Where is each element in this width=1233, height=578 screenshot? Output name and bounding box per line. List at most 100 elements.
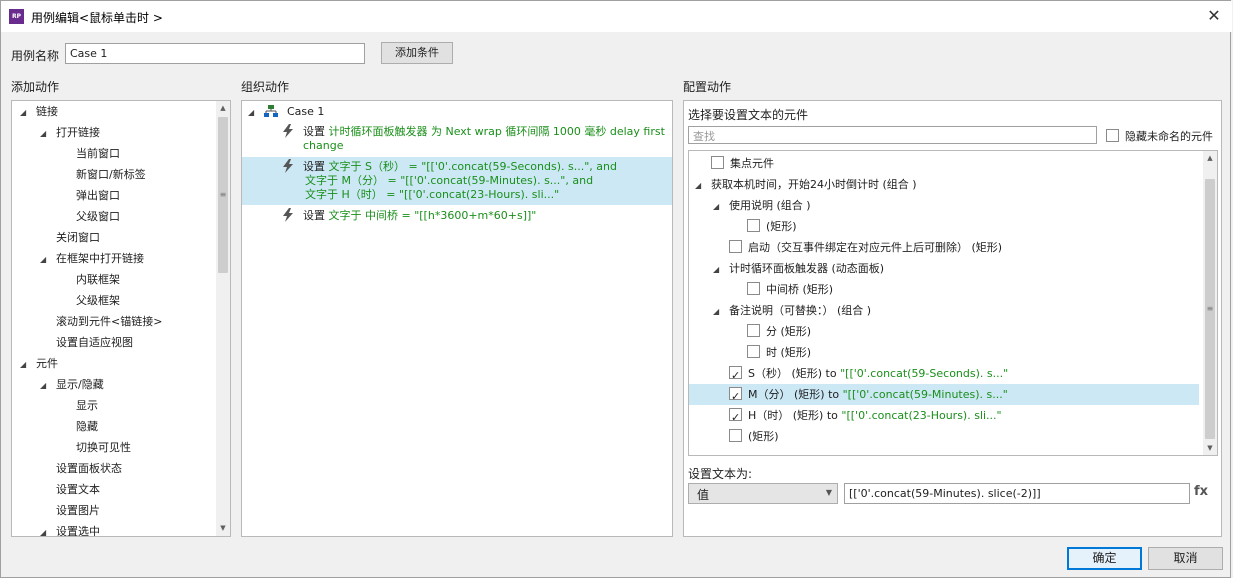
hide-unnamed-checkbox[interactable]: 隐藏未命名的元件: [1106, 128, 1213, 144]
case-node[interactable]: ◢ Case 1: [248, 101, 324, 122]
element-label: 时 (矩形): [766, 346, 812, 359]
add-action-item[interactable]: 设置图片: [40, 500, 100, 521]
element-label: 集点元件: [730, 157, 774, 170]
assignment-keyword: to: [823, 409, 842, 422]
add-action-item[interactable]: 父级框架: [60, 290, 120, 311]
configure-action-heading: 配置动作: [683, 80, 732, 94]
value-type-select[interactable]: 值 ▼: [688, 483, 838, 504]
element-row[interactable]: 分 (矩形): [689, 321, 1199, 342]
add-action-item[interactable]: 显示: [60, 395, 98, 416]
add-action-item[interactable]: ◢ 链接: [20, 101, 58, 122]
element-row[interactable]: M（分） (矩形) to "[['0'.concat(59-Minutes). …: [689, 384, 1199, 407]
add-action-item[interactable]: 当前窗口: [60, 143, 120, 164]
add-action-item[interactable]: ◢ 在框架中打开链接: [40, 248, 144, 269]
element-search-input[interactable]: 查找: [688, 126, 1097, 144]
element-list-scrollbar[interactable]: ▲ ≡ ▼: [1203, 151, 1217, 455]
expand-triangle-icon[interactable]: ◢: [20, 354, 30, 375]
scroll-up-icon[interactable]: ▲: [1203, 151, 1217, 165]
ok-button[interactable]: 确定: [1067, 547, 1142, 570]
element-label: 中间桥 (矩形): [766, 283, 834, 296]
checkbox[interactable]: [747, 324, 760, 337]
element-assignment: to "[['0'.concat(59-Minutes). s...": [825, 388, 1008, 401]
add-action-item-label: 滚动到元件<锚链接>: [56, 315, 163, 328]
case-name-input[interactable]: Case 1: [65, 43, 365, 64]
cancel-button[interactable]: 取消: [1148, 547, 1223, 570]
checked-checkbox[interactable]: [729, 386, 742, 407]
element-row[interactable]: S（秒） (矩形) to "[['0'.concat(59-Seconds). …: [689, 363, 1199, 386]
add-action-item[interactable]: 关闭窗口: [40, 227, 100, 248]
expand-triangle-icon[interactable]: ◢: [40, 123, 50, 144]
element-row[interactable]: H（时） (矩形) to "[['0'.concat(23-Hours). sl…: [689, 405, 1199, 428]
checked-checkbox[interactable]: [729, 407, 742, 428]
add-action-scrollbar[interactable]: ▲ ≡ ▼: [216, 101, 230, 536]
scroll-down-icon[interactable]: ▼: [216, 521, 230, 535]
add-action-item[interactable]: 设置自适应视图: [40, 332, 133, 353]
expand-triangle-icon[interactable]: ◢: [20, 102, 30, 123]
add-action-item[interactable]: 内联框架: [60, 269, 120, 290]
action-line: 设置 文字于 S（秒） = "[['0'.concat(59-Seconds).…: [303, 160, 617, 174]
element-row[interactable]: (矩形): [689, 216, 1199, 237]
close-icon[interactable]: ✕: [1204, 6, 1224, 26]
fx-function-button[interactable]: fx: [1194, 484, 1208, 499]
add-condition-button[interactable]: 添加条件: [381, 42, 453, 64]
scroll-down-icon[interactable]: ▼: [1203, 441, 1217, 455]
element-row[interactable]: ◢ 获取本机时间，开始24小时倒计时 (组合 ): [689, 174, 1199, 195]
checkbox[interactable]: [729, 240, 742, 253]
add-action-item[interactable]: 弹出窗口: [60, 185, 120, 206]
add-action-item[interactable]: 新窗口/新标签: [60, 164, 146, 185]
checkbox[interactable]: [747, 282, 760, 295]
checkbox[interactable]: [711, 156, 724, 169]
add-action-item[interactable]: 切换可见性: [60, 437, 131, 458]
element-row[interactable]: ◢ 使用说明 (组合 ): [689, 195, 1199, 216]
checkbox[interactable]: [747, 345, 760, 358]
add-action-item[interactable]: 设置文本: [40, 479, 100, 500]
add-action-item[interactable]: 滚动到元件<锚链接>: [40, 311, 162, 332]
add-action-item[interactable]: ◢ 显示/隐藏: [40, 374, 104, 395]
element-label: 启动（交互事件绑定在对应元件上后可删除） (矩形): [748, 241, 1003, 254]
text-expression-input[interactable]: [['0'.concat(59-Minutes). slice(-2)]]: [844, 483, 1190, 504]
add-action-item-label: 设置选中: [56, 525, 100, 537]
lightning-icon: [283, 124, 293, 138]
expand-triangle-icon[interactable]: ◢: [713, 196, 723, 217]
expand-triangle-icon[interactable]: ◢: [40, 522, 50, 536]
element-row[interactable]: ◢ 计时循环面板触发器 (动态面板): [689, 258, 1199, 279]
element-row[interactable]: 时 (矩形): [689, 342, 1199, 363]
checkbox[interactable]: [1106, 129, 1119, 142]
add-action-item-label: 切换可见性: [76, 441, 131, 454]
add-action-item-label: 设置自适应视图: [56, 336, 133, 349]
lightning-icon: [283, 208, 293, 222]
element-row-content: (矩形): [731, 216, 797, 237]
add-action-item[interactable]: ◢ 打开链接: [40, 122, 100, 143]
action-item[interactable]: 设置 文字于 S（秒） = "[['0'.concat(59-Seconds).…: [242, 157, 672, 205]
checked-checkbox[interactable]: [729, 365, 742, 386]
element-row-content: H（时） (矩形) to "[['0'.concat(23-Hours). sl…: [713, 405, 1002, 428]
element-row[interactable]: ◢ 备注说明（可替换：） (组合 ): [689, 300, 1199, 321]
element-label: (矩形): [766, 220, 797, 233]
checkbox[interactable]: [747, 219, 760, 232]
scroll-up-icon[interactable]: ▲: [216, 101, 230, 115]
expand-triangle-icon[interactable]: ◢: [40, 375, 50, 396]
element-row[interactable]: 启动（交互事件绑定在对应元件上后可删除） (矩形): [689, 237, 1199, 258]
element-label: M（分） (矩形): [748, 388, 825, 401]
checkbox[interactable]: [729, 429, 742, 442]
add-action-item[interactable]: ◢ 元件: [20, 353, 58, 374]
expand-triangle-icon[interactable]: ◢: [248, 102, 258, 123]
add-action-item[interactable]: 父级窗口: [60, 206, 120, 227]
action-item[interactable]: 设置 文字于 中间桥 = "[[h*3600+m*60+s]]": [242, 206, 672, 226]
expand-triangle-icon[interactable]: ◢: [713, 301, 723, 322]
element-row-content: ◢ 计时循环面板触发器 (动态面板): [713, 258, 884, 280]
element-row-content: (矩形): [713, 426, 779, 447]
element-row-content: M（分） (矩形) to "[['0'.concat(59-Minutes). …: [713, 384, 1008, 407]
element-row[interactable]: 中间桥 (矩形): [689, 279, 1199, 300]
add-action-item-label: 打开链接: [56, 126, 100, 139]
action-line: change: [303, 139, 343, 153]
element-row[interactable]: 集点元件: [689, 153, 1199, 174]
add-action-item[interactable]: 隐藏: [60, 416, 98, 437]
add-action-item[interactable]: ◢ 设置选中: [40, 521, 100, 537]
element-row[interactable]: (矩形): [689, 426, 1199, 447]
expand-triangle-icon[interactable]: ◢: [713, 259, 723, 280]
expand-triangle-icon[interactable]: ◢: [40, 249, 50, 270]
add-action-item[interactable]: 设置面板状态: [40, 458, 122, 479]
expand-triangle-icon[interactable]: ◢: [695, 175, 705, 196]
action-item[interactable]: 设置 计时循环面板触发器 为 Next wrap 循环间隔 1000 毫秒 de…: [242, 122, 672, 156]
